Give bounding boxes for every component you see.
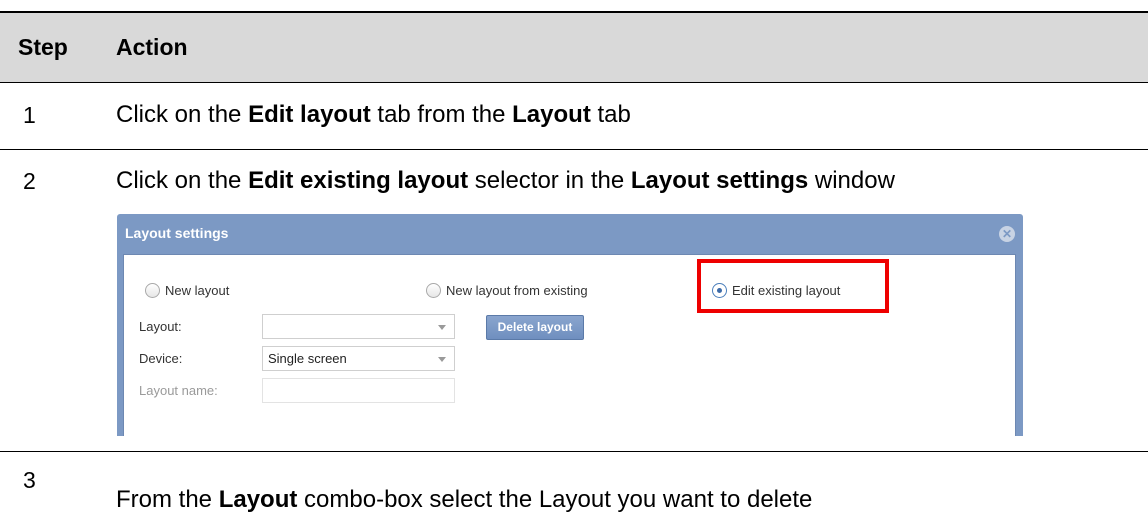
radio-unchecked-icon	[426, 282, 441, 298]
instruction-emphasis: Layout settings	[630, 167, 809, 194]
step-instruction: Click on the Edit existing layout select…	[116, 166, 895, 196]
radio-label: New layout from existing	[446, 282, 588, 298]
instruction-text: selector in the	[468, 167, 631, 194]
new-layout-radio[interactable]: New layout	[145, 281, 229, 299]
layout-name-field-label: Layout name:	[139, 383, 218, 398]
row-divider	[0, 451, 1148, 452]
delete-layout-button[interactable]: Delete layout	[486, 315, 584, 340]
instruction-text: Click on the	[116, 101, 249, 128]
dialog-titlebar: Layout settings ✕	[117, 214, 1023, 254]
step-instruction: Click on the Edit layout tab from the La…	[116, 100, 631, 130]
step-number: 3	[23, 467, 36, 493]
device-field-label: Device:	[139, 351, 183, 366]
radio-checked-icon	[712, 282, 727, 298]
close-icon[interactable]: ✕	[999, 226, 1015, 242]
radio-label: Edit existing layout	[732, 282, 841, 298]
new-layout-from-existing-radio[interactable]: New layout from existing	[426, 281, 588, 299]
chevron-down-icon	[438, 325, 446, 330]
instruction-text: Click on the	[116, 167, 249, 194]
step-number: 2	[23, 168, 36, 194]
instruction-emphasis: Layout	[512, 101, 591, 128]
instruction-text: tab	[590, 101, 631, 128]
chevron-down-icon	[438, 357, 446, 362]
layout-combo-box[interactable]	[262, 314, 455, 339]
device-combo-box[interactable]: Single screen	[262, 346, 455, 371]
instruction-text: combo-box select the Layout you want to …	[297, 486, 813, 513]
step-number: 1	[23, 102, 36, 128]
row-divider	[0, 149, 1148, 150]
action-column-header: Action	[116, 34, 188, 60]
instruction-emphasis: Layout	[218, 486, 298, 513]
layout-field-label: Layout:	[139, 319, 182, 334]
instruction-text: From the	[116, 486, 219, 513]
layout-name-input[interactable]	[262, 378, 455, 403]
step-instruction: From the Layout combo-box select the Lay…	[116, 485, 812, 515]
layout-settings-dialog: Layout settings ✕ New layout New layout …	[117, 214, 1023, 436]
procedure-table: Step Action 1 Click on the Edit layout t…	[0, 0, 1148, 526]
radio-unchecked-icon	[145, 282, 160, 298]
instruction-emphasis: Edit layout	[248, 101, 371, 128]
radio-label: New layout	[165, 282, 230, 298]
table-header-row: Step Action	[0, 11, 1148, 83]
device-combo-value: Single screen	[268, 351, 347, 366]
instruction-text: tab from the	[370, 101, 513, 128]
instruction-emphasis: Edit existing layout	[248, 167, 469, 194]
instruction-text: window	[808, 167, 895, 194]
edit-existing-layout-radio[interactable]: Edit existing layout	[712, 281, 840, 299]
dialog-body: New layout New layout from existing Edit…	[123, 254, 1016, 436]
step-column-header: Step	[18, 34, 68, 60]
dialog-title: Layout settings	[125, 225, 229, 241]
